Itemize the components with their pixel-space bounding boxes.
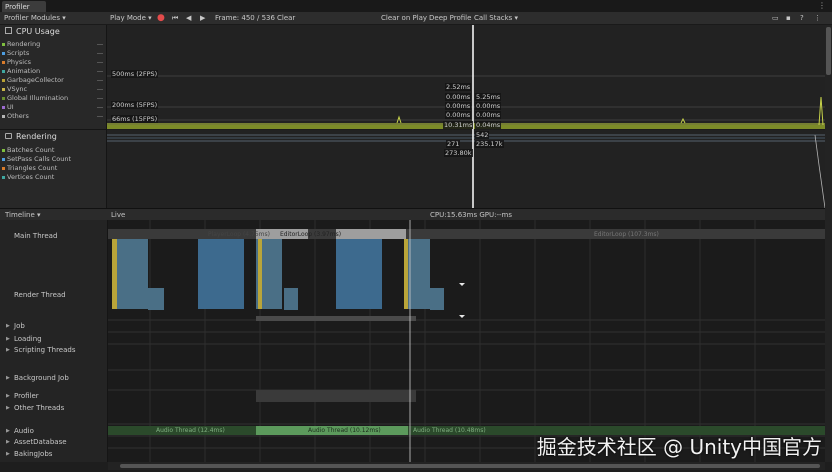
watermark: 掘金技术社区 @ Unity中国官方: [536, 435, 822, 459]
fps-line-66ms: 66ms (15FPS): [111, 115, 159, 123]
record-icon[interactable]: ●: [157, 13, 165, 23]
cpu-value: 2.52ms: [445, 83, 472, 91]
thread-background-job[interactable]: Background Job: [6, 374, 69, 382]
timeline-marker[interactable]: EditorLoop (3.97ms): [280, 231, 341, 238]
scroll-thumb[interactable]: [120, 464, 820, 468]
menu-icon[interactable]: ⋮: [818, 1, 826, 10]
prev-frame-icon[interactable]: ◀: [186, 14, 191, 22]
rendering-value: 273.80k: [444, 149, 473, 157]
view-mode-dropdown[interactable]: Timeline: [5, 211, 41, 219]
legend-physics[interactable]: Physics: [7, 58, 31, 66]
legend-vsync[interactable]: VSync: [7, 85, 27, 93]
legend-swatch: [2, 88, 5, 91]
rendering-value: 271: [446, 140, 461, 148]
fps-line-200ms: 200ms (5FPS): [111, 101, 159, 109]
timeline-marker[interactable]: Audio Thread (10.48ms): [413, 427, 486, 434]
next-frame-icon[interactable]: ▶: [200, 14, 205, 22]
cpu-icon: [5, 27, 12, 34]
play-mode-dropdown[interactable]: Play Mode: [110, 14, 152, 22]
legend-swatch: [2, 115, 5, 118]
frame-counter: Frame: 450 / 536: [215, 14, 275, 22]
cpu-value: 0.00ms: [445, 93, 472, 101]
legend-swatch: [2, 61, 5, 64]
module-charts[interactable]: 500ms (2FPS) 200ms (5FPS) 66ms (15FPS) 2…: [107, 25, 825, 208]
cpu-usage-title: CPU Usage: [16, 27, 60, 36]
legend-triangles[interactable]: Triangles Count: [7, 164, 57, 172]
legend-swatch: [2, 167, 5, 170]
rendering-value: 235.17k: [475, 140, 504, 148]
legend-vertices[interactable]: Vertices Count: [7, 173, 54, 181]
legend-swatch: [2, 149, 5, 152]
vertical-scrollbar[interactable]: [825, 25, 832, 462]
legend-swatch: [2, 106, 5, 109]
timeline-view[interactable]: EditorLoop (3.97ms) EditorLoop (107.3ms)…: [108, 220, 825, 462]
thread-loading[interactable]: Loading: [6, 335, 42, 343]
fps-line-500ms: 500ms (2FPS): [111, 70, 159, 78]
clear-on-play-button[interactable]: Clear on Play: [381, 14, 427, 22]
thread-profiler[interactable]: Profiler: [6, 392, 39, 400]
timeline-graph[interactable]: [108, 220, 825, 462]
legend-swatch: [2, 176, 5, 179]
cpu-usage-module[interactable]: CPU Usage Rendering Scripts Physics Anim…: [0, 25, 106, 129]
first-frame-icon[interactable]: ⏮: [172, 14, 178, 23]
profiler-toolbar: Profiler Modules Play Mode ● ⏮ ◀ ▶ Frame…: [0, 12, 832, 25]
timeline-marker[interactable]: Audio Thread (10.12ms): [308, 427, 381, 434]
horizontal-scrollbar[interactable]: [108, 462, 825, 470]
rendering-title: Rendering: [16, 132, 57, 141]
deep-profile-button[interactable]: Deep Profile: [429, 14, 471, 22]
legend-animation[interactable]: Animation: [7, 67, 40, 75]
legend-swatch: [2, 70, 5, 73]
cpu-gpu-time: CPU:15.63ms GPU:--ms: [430, 211, 512, 219]
cpu-value: 0.00ms: [445, 111, 472, 119]
call-stacks-dropdown[interactable]: Call Stacks: [474, 14, 518, 22]
cpu-value: 5.25ms: [475, 93, 502, 101]
rendering-value: 542: [475, 131, 490, 139]
save-icon[interactable]: ▪: [786, 14, 791, 22]
legend-swatch: [2, 79, 5, 82]
clear-button[interactable]: Clear: [277, 14, 295, 22]
rendering-icon: [5, 133, 12, 139]
timeline-marker[interactable]: PlayerLoop (4.75ms): [208, 231, 270, 238]
thread-assetdatabase[interactable]: AssetDatabase: [6, 438, 66, 446]
legend-swatch: [2, 43, 5, 46]
thread-bakingjobs[interactable]: BakingJobs: [6, 450, 53, 458]
live-toggle[interactable]: Live: [111, 211, 125, 219]
profiler-tab[interactable]: Profiler: [2, 1, 46, 12]
legend-batches[interactable]: Batches Count: [7, 146, 54, 154]
legend-swatch: [2, 97, 5, 100]
load-icon[interactable]: ▭: [772, 14, 779, 22]
rendering-module[interactable]: Rendering Batches Count SetPass Calls Co…: [0, 130, 106, 208]
thread-scripting[interactable]: Scripting Threads: [6, 346, 76, 354]
profiler-modules-dropdown[interactable]: Profiler Modules: [4, 14, 66, 22]
cpu-value: 0.00ms: [475, 102, 502, 110]
legend-gi[interactable]: Global Illumination: [7, 94, 68, 102]
timeline-marker[interactable]: EditorLoop (107.3ms): [594, 231, 659, 238]
module-list: CPU Usage Rendering Scripts Physics Anim…: [0, 25, 107, 208]
timeline-marker[interactable]: Audio Thread (12.4ms): [156, 427, 225, 434]
legend-setpass[interactable]: SetPass Calls Count: [7, 155, 71, 163]
cpu-value: 10.31ms: [443, 121, 474, 129]
thread-list: Main Thread Render Thread Job Loading Sc…: [0, 220, 108, 462]
cpu-value: 0.04ms: [475, 121, 502, 129]
profiler-tab-label: Profiler: [5, 2, 30, 11]
cpu-value: 0.00ms: [475, 111, 502, 119]
legend-rendering[interactable]: Rendering: [7, 40, 40, 48]
thread-job[interactable]: Job: [6, 322, 25, 330]
help-icon[interactable]: ?: [800, 14, 804, 22]
legend-gc[interactable]: GarbageCollector: [7, 76, 64, 84]
thread-other[interactable]: Other Threads: [6, 404, 64, 412]
thread-main[interactable]: Main Thread: [14, 232, 57, 240]
options-icon[interactable]: ⋮: [814, 14, 821, 22]
thread-render[interactable]: Render Thread: [14, 291, 66, 299]
cpu-value: 0.00ms: [445, 102, 472, 110]
legend-swatch: [2, 158, 5, 161]
legend-scripts[interactable]: Scripts: [7, 49, 29, 57]
scroll-thumb[interactable]: [826, 27, 831, 75]
legend-others[interactable]: Others: [7, 112, 29, 120]
legend-ui[interactable]: UI: [7, 103, 14, 111]
legend-swatch: [2, 52, 5, 55]
thread-audio[interactable]: Audio: [6, 427, 34, 435]
